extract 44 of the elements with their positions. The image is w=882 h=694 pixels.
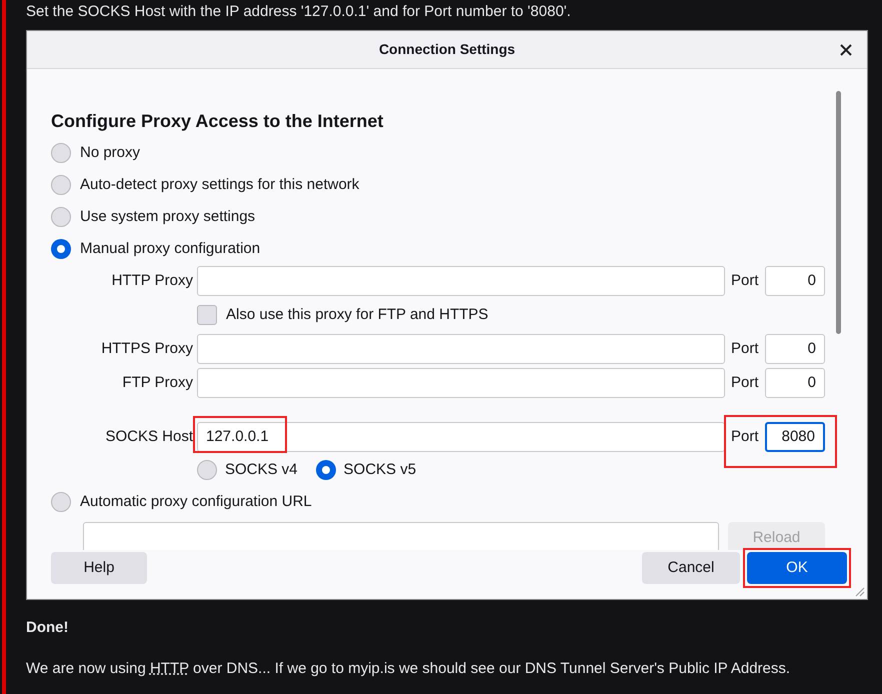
cancel-button[interactable]: Cancel <box>642 552 740 584</box>
radio-button[interactable] <box>51 239 71 259</box>
field-label: SOCKS Host <box>104 426 194 447</box>
field-label: Port <box>730 270 760 291</box>
resize-grip-icon[interactable] <box>853 585 865 597</box>
paragraph: We are now using HTTP over DNS... If we go to myip.is we should see our DNS Tunnel Server's Public IP Address. <box>26 659 792 679</box>
checkbox-label: Also use this proxy for FTP and HTTPS <box>226 304 488 325</box>
field-label: Port <box>730 426 760 447</box>
radio-label: Automatic proxy configuration URL <box>80 492 312 512</box>
url-field[interactable] <box>83 522 719 552</box>
port-field[interactable]: 0 <box>765 368 825 398</box>
port-field[interactable]: 0 <box>765 266 825 296</box>
text-field[interactable] <box>197 334 725 364</box>
radio-label: Auto-detect proxy settings for this network <box>80 174 360 195</box>
window-title: Connection Settings <box>378 40 516 59</box>
text-field[interactable]: 127.0.0.1 <box>197 422 725 452</box>
help-button[interactable]: Help <box>51 552 147 584</box>
field-label: Port <box>730 372 760 393</box>
radio-button[interactable] <box>51 143 71 163</box>
text-field[interactable] <box>197 368 725 398</box>
field-label: Port <box>730 338 760 359</box>
radio-label: Use system proxy settings <box>80 206 256 227</box>
radio-label: SOCKS v5 <box>344 460 416 480</box>
done-text: Done! <box>26 618 70 638</box>
radio-button[interactable] <box>316 460 336 480</box>
radio-button[interactable] <box>51 492 71 512</box>
radio-label: Manual proxy configuration <box>80 238 260 259</box>
radio-button[interactable] <box>197 460 217 480</box>
ok-button[interactable]: OK <box>747 552 847 584</box>
scrollbar-thumb[interactable] <box>836 91 841 334</box>
radio-button[interactable] <box>51 207 71 227</box>
field-label: HTTPS Proxy <box>100 338 194 359</box>
radio-label: No proxy <box>80 142 140 163</box>
section-heading: Configure Proxy Access to the Internet <box>51 110 384 133</box>
field-label: HTTP Proxy <box>110 270 194 291</box>
radio-button[interactable] <box>51 175 71 195</box>
close-icon[interactable] <box>839 43 853 57</box>
port-field[interactable]: 8080 <box>765 422 825 452</box>
radio-label: SOCKS v4 <box>225 460 298 480</box>
instruction-text: Set the SOCKS Host with the IP address '127.0.0.1' and for Port number to '8080'. <box>26 2 572 22</box>
field-label: FTP Proxy <box>121 372 194 393</box>
text-field[interactable] <box>197 266 725 296</box>
port-field[interactable]: 0 <box>765 334 825 364</box>
checkbox[interactable] <box>197 305 217 325</box>
